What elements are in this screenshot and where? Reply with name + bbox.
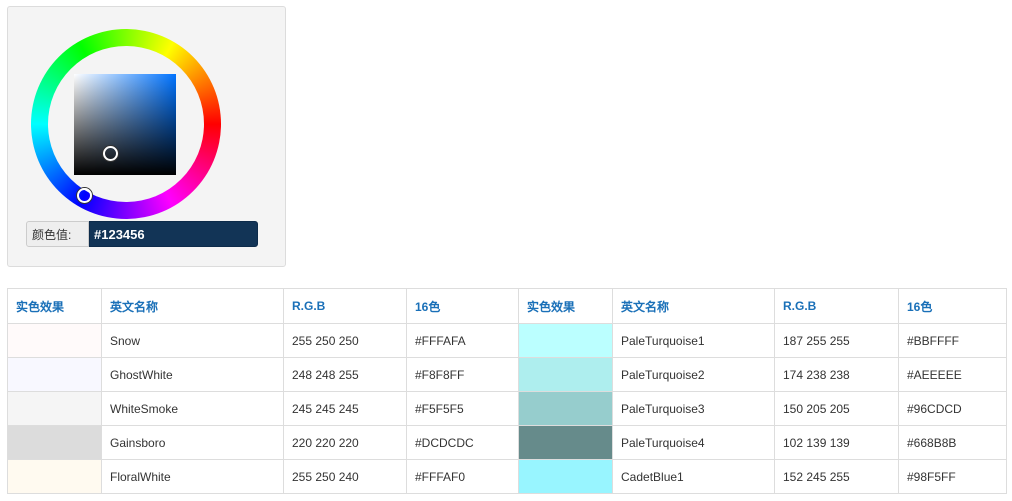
rgb-cell: 255 250 240 <box>283 459 407 494</box>
hex-cell: #668B8B <box>898 425 1007 460</box>
color-swatch <box>7 425 102 460</box>
header-rgb: R.G.B <box>774 288 899 324</box>
hex-cell: #F8F8FF <box>406 357 519 392</box>
rgb-cell: 102 139 139 <box>774 425 899 460</box>
header-name: 英文名称 <box>612 288 775 324</box>
header-swatch: 实色效果 <box>7 288 102 324</box>
color-name-cell: PaleTurquoise4 <box>612 425 775 460</box>
color-value-label: 颜色值: <box>26 221 89 247</box>
rgb-cell: 152 245 255 <box>774 459 899 494</box>
table-row: Gainsboro 220 220 220 #DCDCDC PaleTurquoise… <box>7 425 1007 460</box>
color-swatch <box>518 459 613 494</box>
rgb-cell: 187 255 255 <box>774 323 899 358</box>
table-row: WhiteSmoke 245 245 245 #F5F5F5 PaleTurquois… <box>7 391 1007 426</box>
color-name-cell: PaleTurquoise1 <box>612 323 775 358</box>
hex-cell: #FFFAF0 <box>406 459 519 494</box>
header-rgb: R.G.B <box>283 288 407 324</box>
color-name-cell: WhiteSmoke <box>101 391 284 426</box>
color-name-cell: Snow <box>101 323 284 358</box>
color-value-input[interactable] <box>89 221 258 247</box>
rgb-cell: 255 250 250 <box>283 323 407 358</box>
rgb-cell: 174 238 238 <box>774 357 899 392</box>
color-swatch <box>7 323 102 358</box>
hex-cell: #96CDCD <box>898 391 1007 426</box>
header-hex: 16色 <box>406 288 519 324</box>
rgb-cell: 220 220 220 <box>283 425 407 460</box>
saturation-value-handle[interactable] <box>103 146 118 161</box>
rgb-cell: 150 205 205 <box>774 391 899 426</box>
color-swatch <box>518 391 613 426</box>
table-row: Snow 255 250 250 #FFFAFA PaleTurquoise1 187 … <box>7 323 1007 358</box>
color-name-cell: FloralWhite <box>101 459 284 494</box>
table-row: FloralWhite 255 250 240 #FFFAF0 CadetBlue1 1… <box>7 459 1007 494</box>
color-name-cell: CadetBlue1 <box>612 459 775 494</box>
color-value-row: 颜色值: <box>26 221 258 247</box>
hex-cell: #AEEEEE <box>898 357 1007 392</box>
hex-cell: #F5F5F5 <box>406 391 519 426</box>
color-name-cell: PaleTurquoise2 <box>612 357 775 392</box>
color-swatch <box>7 391 102 426</box>
color-swatch <box>518 323 613 358</box>
color-swatch <box>518 357 613 392</box>
rgb-cell: 248 248 255 <box>283 357 407 392</box>
hex-cell: #BBFFFF <box>898 323 1007 358</box>
color-table: 实色效果 英文名称 R.G.B 16色 实色效果 英文名称 R.G.B 16色 … <box>7 288 1007 494</box>
table-row: GhostWhite 248 248 255 #F8F8FF PaleTurquois… <box>7 357 1007 392</box>
color-swatch <box>7 357 102 392</box>
color-swatch <box>7 459 102 494</box>
hex-cell: #98F5FF <box>898 459 1007 494</box>
color-name-cell: GhostWhite <box>101 357 284 392</box>
color-swatch <box>518 425 613 460</box>
hue-handle[interactable] <box>77 188 92 203</box>
header-swatch: 实色效果 <box>518 288 613 324</box>
color-name-cell: PaleTurquoise3 <box>612 391 775 426</box>
saturation-value-square[interactable] <box>74 74 176 175</box>
color-picker-panel: 颜色值: <box>7 6 286 267</box>
rgb-cell: 245 245 245 <box>283 391 407 426</box>
color-name-cell: Gainsboro <box>101 425 284 460</box>
table-header-row: 实色效果 英文名称 R.G.B 16色 实色效果 英文名称 R.G.B 16色 <box>7 288 1007 324</box>
header-hex: 16色 <box>898 288 1007 324</box>
hex-cell: #DCDCDC <box>406 425 519 460</box>
hex-cell: #FFFAFA <box>406 323 519 358</box>
header-name: 英文名称 <box>101 288 284 324</box>
